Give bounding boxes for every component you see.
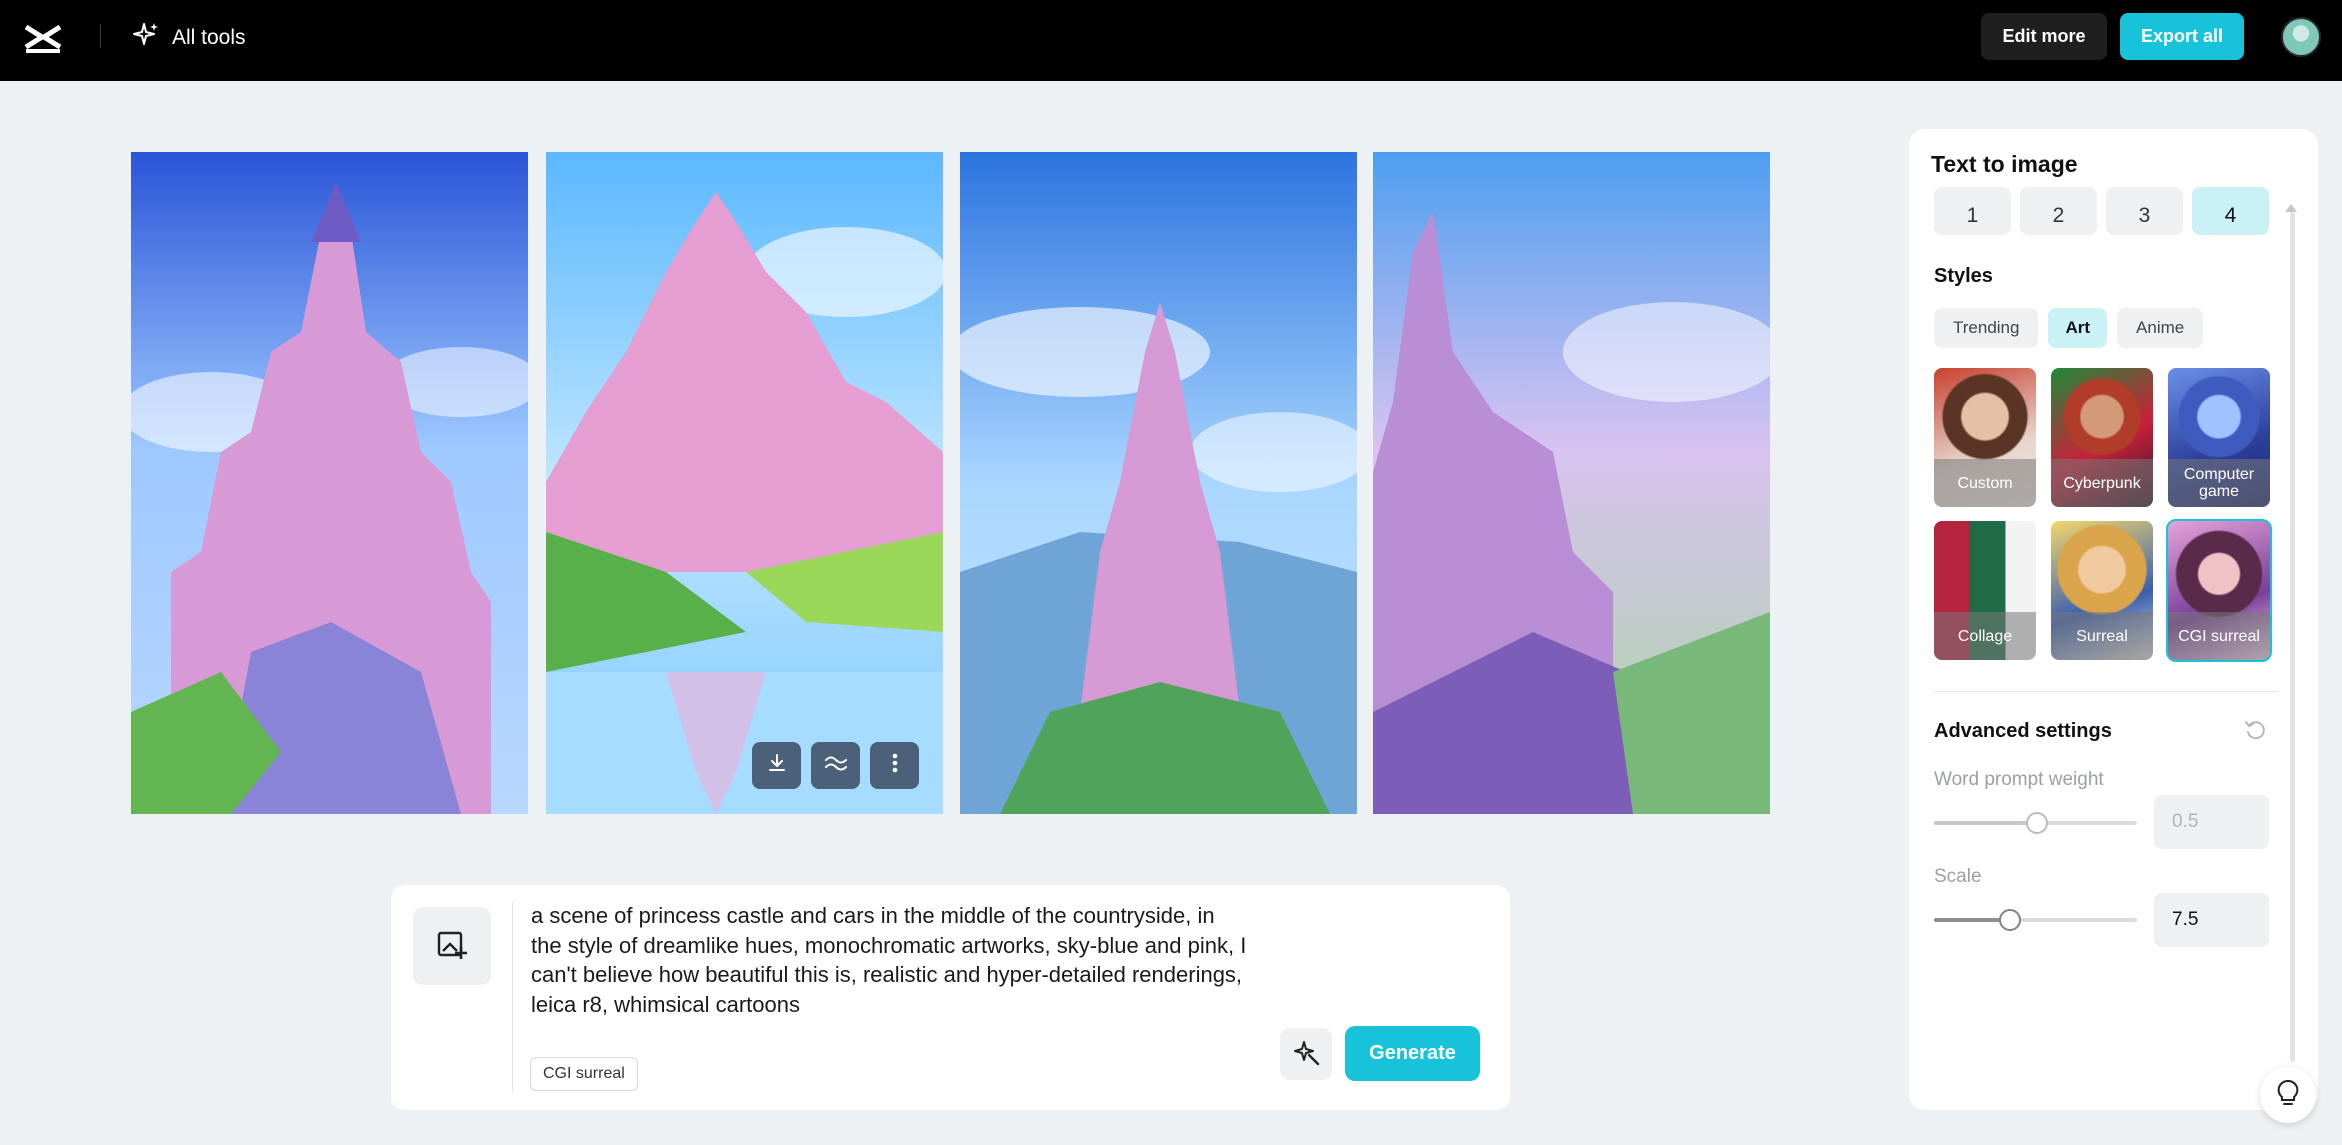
generate-button[interactable]: Generate (1345, 1026, 1480, 1081)
style-label: Computer game (2168, 459, 2270, 507)
download-icon (765, 751, 789, 780)
style-label: CGI surreal (2168, 612, 2270, 660)
topbar-divider (100, 24, 101, 48)
top-bar: All tools Edit more Export all (0, 0, 2342, 81)
style-label: Surreal (2051, 612, 2153, 660)
magic-sparkle-icon (1291, 1037, 1321, 1072)
lightbulb-icon (2275, 1078, 2301, 1113)
generated-image-1[interactable] (131, 152, 528, 814)
enhance-prompt-button[interactable] (1280, 1028, 1332, 1080)
capcut-logo-icon[interactable] (22, 18, 64, 60)
style-card-surreal[interactable]: Surreal (2051, 521, 2153, 660)
style-tag[interactable]: CGI surreal (530, 1057, 638, 1091)
settings-panel: Text to image 1 2 3 4 Styles Trending Ar… (1909, 129, 2318, 1110)
scroll-up-arrow-icon[interactable] (2285, 204, 2297, 212)
slider-fill (1934, 821, 2034, 825)
slider-thumb[interactable] (1999, 909, 2021, 931)
more-options-button[interactable] (870, 742, 919, 789)
variation-button[interactable] (811, 742, 860, 789)
style-tabs: Trending Art Anime (1934, 308, 2204, 348)
style-label: Collage (1934, 612, 2036, 660)
count-option-4[interactable]: 4 (2192, 187, 2269, 235)
all-tools-button[interactable]: All tools (132, 20, 246, 56)
style-card-collage[interactable]: Collage (1934, 521, 2036, 660)
count-option-2[interactable]: 2 (2020, 187, 2097, 235)
style-card-cyberpunk[interactable]: Cyberpunk (2051, 368, 2153, 507)
styles-heading: Styles (1934, 265, 1993, 287)
style-card-custom[interactable]: Custom (1934, 368, 2036, 507)
all-tools-label: All tools (172, 26, 246, 49)
add-image-icon (435, 927, 469, 966)
image-count-selector: 1 2 3 4 (1934, 187, 2269, 235)
tab-anime[interactable]: Anime (2117, 308, 2204, 348)
scale-input[interactable]: 7.5 (2154, 893, 2269, 947)
generated-image-2[interactable] (546, 152, 943, 814)
advanced-settings-heading: Advanced settings (1934, 720, 2112, 742)
slider-thumb[interactable] (2026, 812, 2048, 834)
sparkle-icon (132, 21, 160, 55)
panel-divider (1934, 691, 2277, 692)
word-prompt-weight-label: Word prompt weight (1934, 769, 2104, 790)
style-cards-grid: Custom Cyberpunk Computer game Collage S… (1934, 368, 2272, 662)
prompt-input[interactable]: a scene of princess castle and cars in t… (531, 901, 1251, 1019)
word-prompt-weight-slider[interactable] (1934, 812, 2137, 834)
count-option-1[interactable]: 1 (1934, 187, 2011, 235)
panel-title: Text to image (1931, 151, 2078, 177)
upload-image-button[interactable] (413, 907, 491, 985)
user-avatar[interactable] (2281, 17, 2321, 57)
style-card-cgi-surreal[interactable]: CGI surreal (2166, 519, 2272, 662)
prompt-divider (512, 901, 513, 1093)
style-label: Custom (1934, 459, 2036, 507)
scale-label: Scale (1934, 866, 1982, 887)
image-hover-actions (752, 742, 919, 789)
slider-fill (1934, 918, 2009, 922)
word-prompt-weight-input[interactable]: 0.5 (2154, 795, 2269, 849)
scale-slider[interactable] (1934, 909, 2137, 931)
tab-trending[interactable]: Trending (1934, 308, 2039, 348)
tips-button[interactable] (2260, 1067, 2316, 1123)
generated-image-4[interactable] (1373, 152, 1770, 814)
edit-more-button[interactable]: Edit more (1981, 13, 2107, 60)
download-button[interactable] (752, 742, 801, 789)
more-vertical-icon (892, 751, 898, 780)
export-all-button[interactable]: Export all (2120, 13, 2244, 60)
tab-art[interactable]: Art (2048, 308, 2108, 348)
reset-icon[interactable] (2243, 717, 2269, 743)
panel-scrollbar[interactable] (2290, 212, 2295, 1062)
style-label: Cyberpunk (2051, 459, 2153, 507)
prompt-box: a scene of princess castle and cars in t… (391, 885, 1510, 1110)
generated-image-3[interactable] (960, 152, 1357, 814)
count-option-3[interactable]: 3 (2106, 187, 2183, 235)
style-card-computer-game[interactable]: Computer game (2168, 368, 2270, 507)
wave-icon (823, 751, 849, 780)
